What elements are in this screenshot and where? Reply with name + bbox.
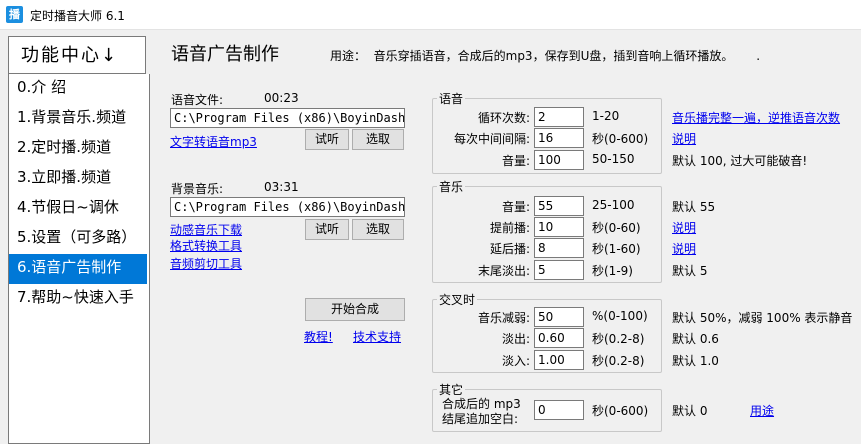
music-listen-button[interactable]: 试听 [305, 219, 349, 240]
title-bar [0, 0, 861, 30]
fade-in-range: 秒(0.2-8) [592, 354, 645, 368]
voice-file-path-field[interactable]: C:\Program Files (x86)\BoyinDashi [170, 108, 405, 128]
music-volume-note: 默认 55 [672, 200, 716, 214]
music-group-title: 音乐 [437, 178, 466, 195]
sidebar-item-holiday[interactable]: 4.节假日~调休 [9, 194, 147, 224]
pre-play-label: 提前播: [489, 221, 530, 235]
fade-in-input[interactable]: 1.00 [534, 350, 584, 370]
sidebar-item-settings[interactable]: 5.设置（可多路） [9, 224, 147, 254]
bg-music-path-field[interactable]: C:\Program Files (x86)\BoyinDashi [170, 197, 405, 217]
music-volume-range: 25-100 [592, 198, 635, 212]
post-play-help-link[interactable]: 说明 [672, 240, 696, 257]
music-volume-label: 音量: [501, 200, 530, 214]
fade-out-input[interactable]: 0.60 [534, 328, 584, 348]
sidebar-item-scheduled[interactable]: 2.定时播.频道 [9, 134, 147, 164]
fade-out-note: 默认 0.6 [672, 332, 719, 346]
pre-play-input[interactable]: 10 [534, 217, 584, 237]
voice-volume-range: 50-150 [592, 152, 635, 166]
window-title: 定时播音大师 6.1 [30, 9, 125, 23]
function-center-header[interactable]: 功能中心↓ [8, 36, 146, 74]
pre-play-range: 秒(0-60) [592, 221, 641, 235]
music-reduce-input[interactable]: 50 [534, 307, 584, 327]
voice-listen-button[interactable]: 试听 [305, 129, 349, 150]
sidebar-item-intro[interactable]: 0.介 绍 [9, 74, 147, 104]
voice-duration: 00:23 [264, 91, 299, 105]
bg-music-label: 背景音乐: [171, 182, 224, 196]
fade-end-input[interactable]: 5 [534, 260, 584, 280]
support-link[interactable]: 技术支持 [353, 328, 401, 345]
audio-cut-link[interactable]: 音频剪切工具 [170, 255, 242, 272]
trailing-silence-usage-link[interactable]: 用途 [750, 402, 774, 419]
pre-play-help-link[interactable]: 说明 [672, 219, 696, 236]
sidebar-item-help[interactable]: 7.帮助~快速入手 [9, 284, 147, 314]
sidebar-item-instant[interactable]: 3.立即播.频道 [9, 164, 147, 194]
post-play-label: 延后播: [489, 242, 530, 256]
music-select-button[interactable]: 选取 [352, 219, 404, 240]
app-icon: 播 [6, 6, 23, 23]
tts-link[interactable]: 文字转语音mp3 [170, 133, 257, 150]
cross-group-title: 交叉时 [437, 291, 478, 308]
fade-in-note: 默认 1.0 [672, 354, 719, 368]
sidebar-item-bg-music[interactable]: 1.背景音乐.频道 [9, 104, 147, 134]
interval-label: 每次中间间隔: [453, 132, 530, 146]
fade-end-label: 末尾淡出: [477, 264, 530, 278]
fade-in-label: 淡入: [501, 354, 530, 368]
voice-volume-input[interactable]: 100 [534, 150, 584, 170]
trailing-silence-input[interactable]: 0 [534, 400, 584, 420]
voice-volume-label: 音量: [501, 154, 530, 168]
loop-count-input[interactable]: 2 [534, 107, 584, 127]
loop-count-range: 1-20 [592, 109, 620, 123]
fade-end-note: 默认 5 [672, 264, 708, 278]
function-list: 0.介 绍 1.背景音乐.频道 2.定时播.频道 3.立即播.频道 4.节假日~… [8, 74, 150, 444]
interval-input[interactable]: 16 [534, 128, 584, 148]
music-volume-input[interactable]: 55 [534, 196, 584, 216]
post-play-range: 秒(1-60) [592, 242, 641, 256]
trailing-silence-label-2: 结尾追加空白: [442, 412, 519, 426]
voice-volume-note: 默认 100, 过大可能破音! [672, 154, 808, 168]
trailing-silence-range: 秒(0-600) [592, 404, 649, 418]
music-reduce-label: 音乐减弱: [477, 311, 530, 325]
fade-out-label: 淡出: [501, 332, 530, 346]
fade-out-range: 秒(0.2-8) [592, 332, 645, 346]
usage-text: 用途： 音乐穿插语音，合成后的mp3，保存到U盘，插到音响上循环播放。 . [330, 49, 761, 63]
post-play-input[interactable]: 8 [534, 238, 584, 258]
sidebar-item-voice-ad[interactable]: 6.语音广告制作 [9, 254, 147, 284]
fade-end-range: 秒(1-9) [592, 264, 633, 278]
page-title: 语音广告制作 [171, 44, 279, 65]
interval-help-link[interactable]: 说明 [672, 130, 696, 147]
format-convert-link[interactable]: 格式转换工具 [170, 237, 242, 254]
music-download-link[interactable]: 动感音乐下载 [170, 221, 242, 238]
voice-group-title: 语音 [437, 90, 466, 107]
interval-range: 秒(0-600) [592, 132, 649, 146]
trailing-silence-note: 默认 0 [672, 404, 708, 418]
bg-music-duration: 03:31 [264, 180, 299, 194]
voice-file-label: 语音文件: [171, 93, 224, 107]
music-reduce-note: 默认 50%，减弱 100% 表示静音 [672, 311, 853, 325]
start-compose-button[interactable]: 开始合成 [305, 298, 405, 321]
voice-select-button[interactable]: 选取 [352, 129, 404, 150]
loop-count-label: 循环次数: [477, 111, 530, 125]
tutorial-link[interactable]: 教程! [304, 328, 333, 345]
reverse-calc-link[interactable]: 音乐播完整一遍，逆推语音次数 [672, 109, 840, 126]
music-reduce-range: %(0-100) [592, 309, 648, 323]
